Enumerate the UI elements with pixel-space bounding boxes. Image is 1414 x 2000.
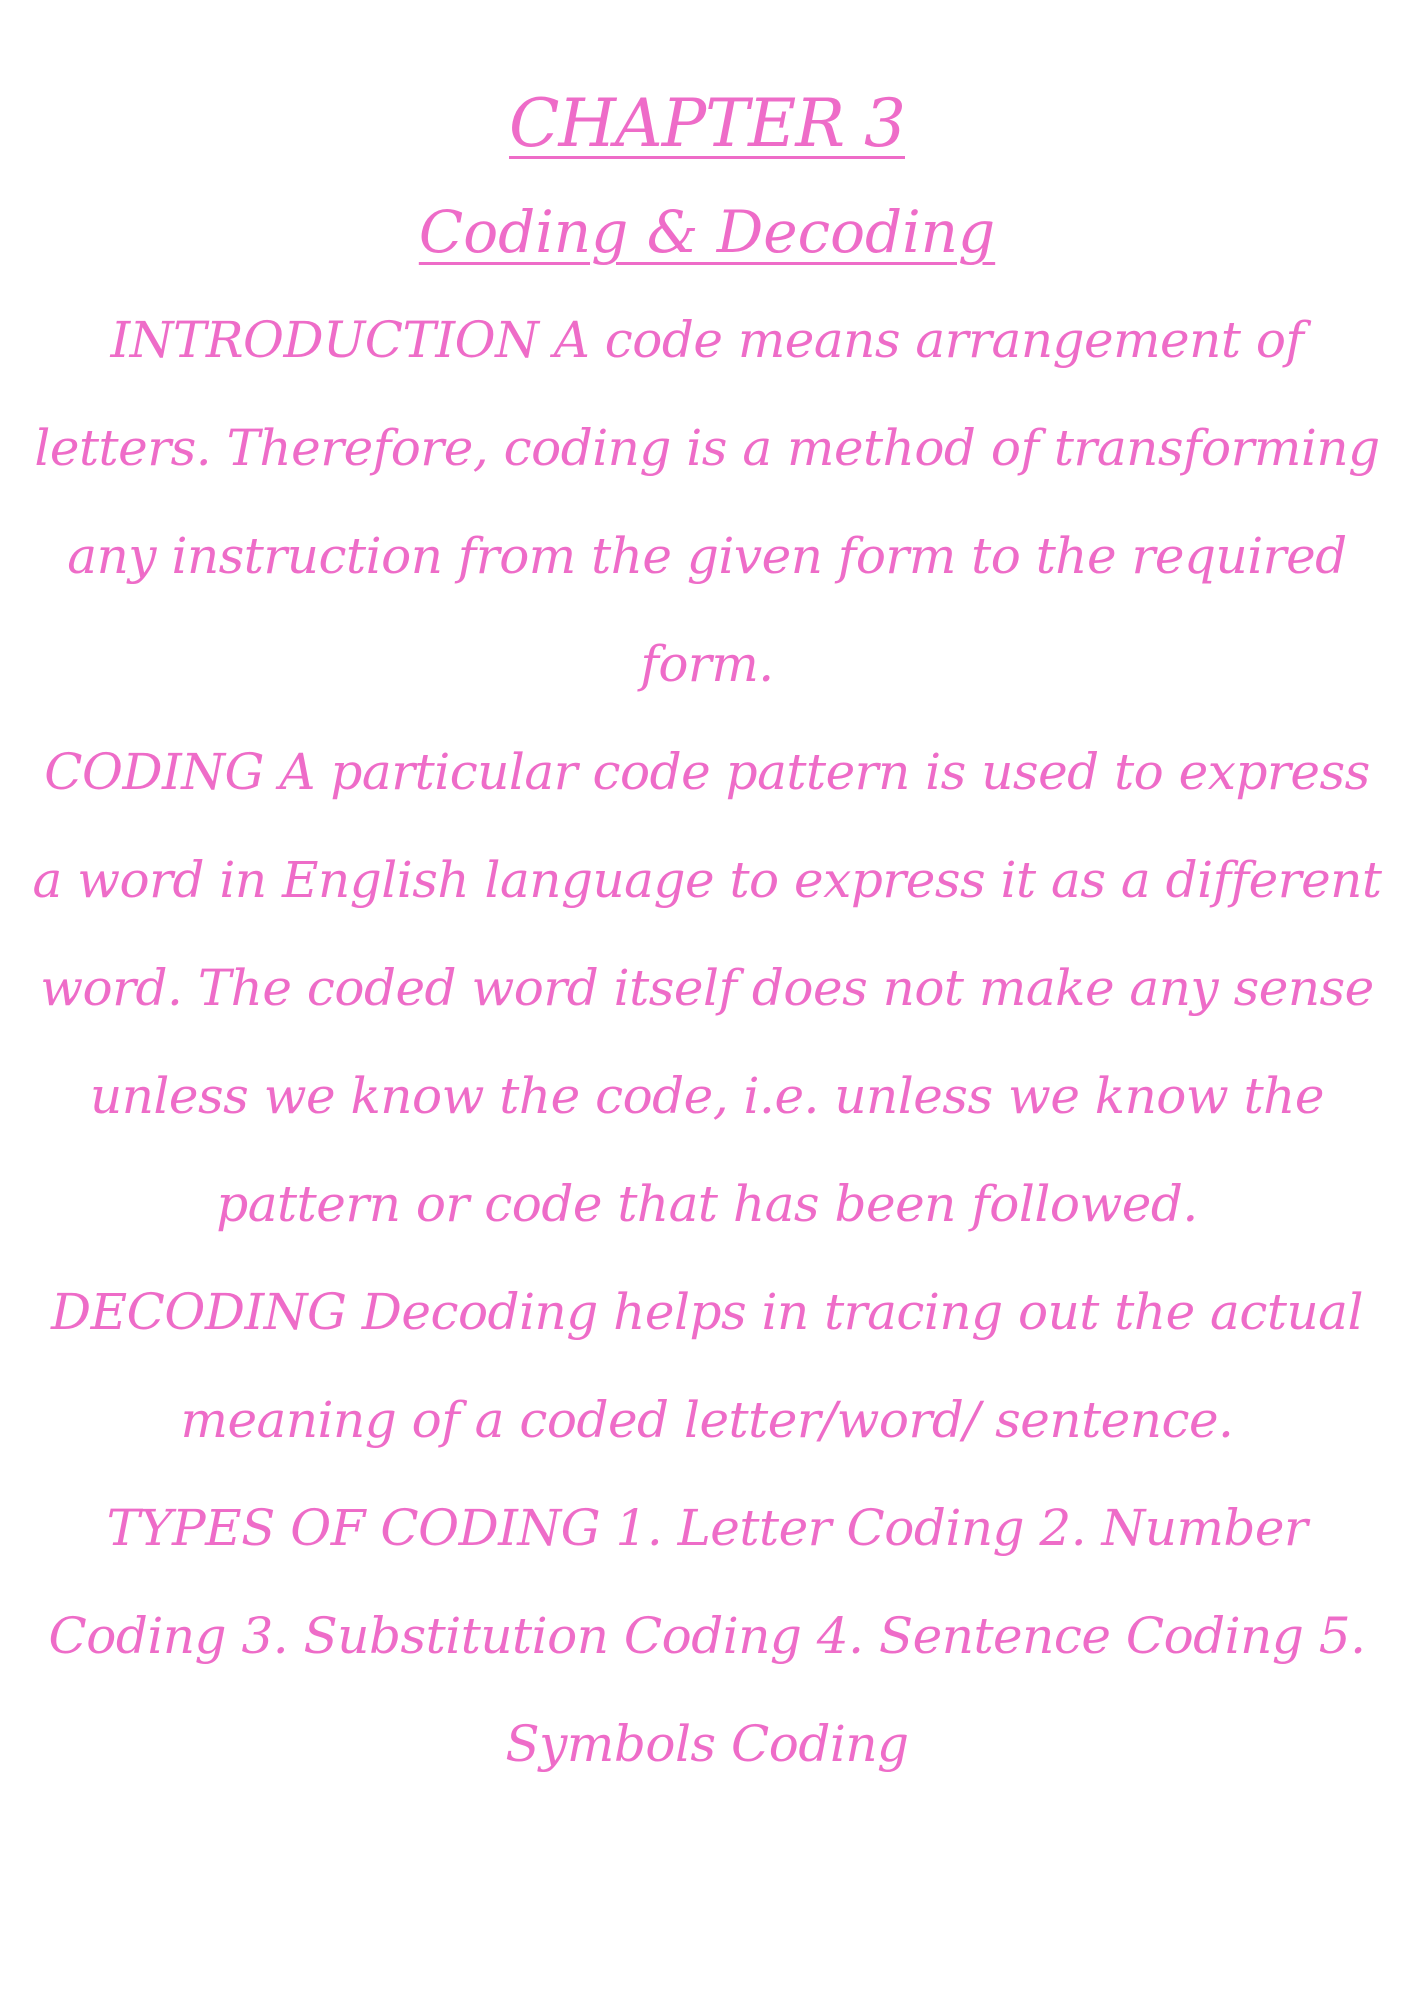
- chapter-title: CHAPTER 3: [509, 85, 906, 162]
- coding-paragraph: CODING A particular code pattern is used…: [32, 743, 1382, 1233]
- chapter-subtitle: Coding & Decoding: [418, 198, 996, 266]
- types-of-coding-paragraph: TYPES OF CODING 1. Letter Coding 2. Numb…: [48, 1499, 1366, 1773]
- introduction-paragraph: INTRODUCTION A code means arrangement of…: [34, 311, 1380, 693]
- document-page: CHAPTER 3 Coding & Decoding INTRODUCTION…: [0, 0, 1414, 2000]
- decoding-paragraph: DECODING Decoding helps in tracing out t…: [51, 1283, 1363, 1449]
